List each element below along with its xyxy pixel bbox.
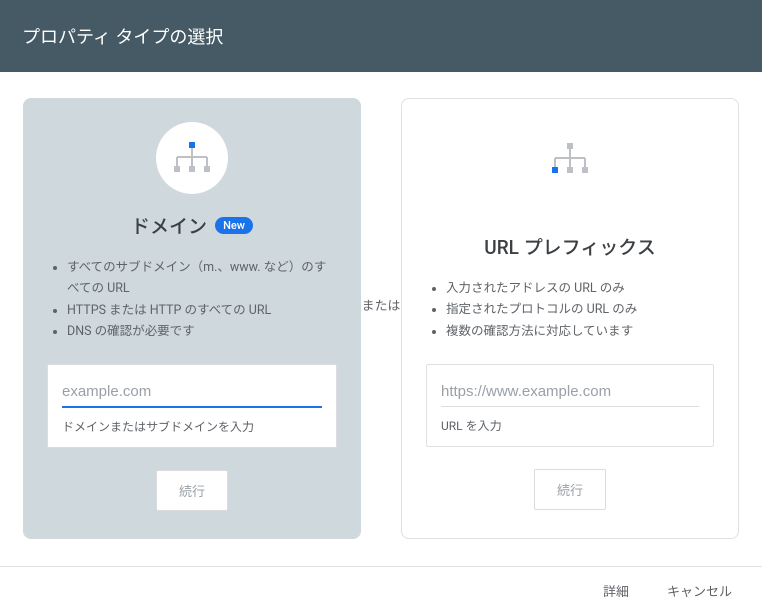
domain-continue-button[interactable]: 続行 [156,470,228,511]
url-card-title: URL プレフィックス [484,233,655,260]
domain-input-wrap: ドメインまたはサブドメインを入力 [47,364,337,448]
domain-input[interactable] [62,379,322,408]
domain-feature-list: すべてのサブドメイン（m.、www. など）のすべての URL HTTPS また… [47,257,337,342]
url-feature-list: 入力されたアドレスの URL のみ 指定されたプロトコルの URL のみ 複数の… [426,278,714,342]
domain-property-card[interactable]: ドメイン New すべてのサブドメイン（m.、www. など）のすべての URL… [23,98,361,539]
dialog-footer: 詳細 キャンセル [0,566,762,614]
domain-input-hint: ドメインまたはサブドメインを入力 [62,418,322,435]
new-badge: New [215,217,253,234]
url-card-title-row: URL プレフィックス [484,233,655,260]
or-separator-text: または [361,298,400,316]
domain-card-title-row: ドメイン New [131,212,253,239]
dialog-header: プロパティ タイプの選択 [0,0,762,72]
list-item: すべてのサブドメイン（m.、www. など）のすべての URL [67,257,337,300]
list-item: 指定されたプロトコルの URL のみ [446,299,714,320]
details-link[interactable]: 詳細 [603,581,629,600]
list-item: HTTPS または HTTP のすべての URL [67,300,337,321]
dialog-title: プロパティ タイプの選択 [22,27,223,48]
list-item: 入力されたアドレスの URL のみ [446,278,714,299]
dialog-content: ドメイン New すべてのサブドメイン（m.、www. など）のすべての URL… [0,72,762,559]
domain-icon-circle [156,122,228,194]
url-prefix-property-card[interactable]: URL プレフィックス 入力されたアドレスの URL のみ 指定されたプロトコル… [401,98,739,539]
domain-card-title: ドメイン [131,212,207,239]
sitemap-icon [548,137,592,181]
list-item: DNS の確認が必要です [67,321,337,342]
url-input-wrap: URL を入力 [426,364,714,447]
url-input[interactable] [441,379,699,407]
or-separator: または [361,298,401,316]
url-icon-circle [534,123,606,195]
url-input-hint: URL を入力 [441,417,699,434]
sitemap-icon [170,136,214,180]
cancel-button[interactable]: キャンセル [667,581,732,600]
list-item: 複数の確認方法に対応しています [446,321,714,342]
url-continue-button[interactable]: 続行 [534,469,606,510]
